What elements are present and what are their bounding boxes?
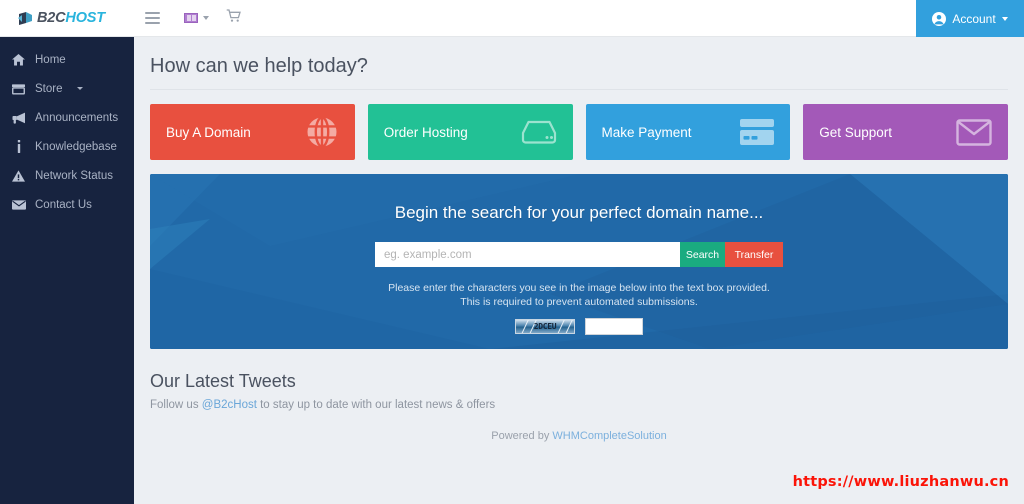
server-icon	[521, 119, 557, 145]
powered-by-footer: Powered by WHMCompleteSolution	[150, 430, 1008, 442]
b2chost-logo-mark-icon	[17, 11, 34, 26]
page-title: How can we help today?	[150, 37, 1008, 89]
credit-card-icon	[740, 119, 774, 145]
main-content: How can we help today? Buy A Domain	[134, 37, 1024, 504]
sidebar-item-home[interactable]: Home	[0, 45, 134, 74]
watermark-text: https://www.liuzhanwu.cn	[793, 474, 1009, 490]
whmcs-link[interactable]: WHMCompleteSolution	[552, 430, 666, 442]
tile-label: Order Hosting	[384, 125, 468, 140]
language-selector[interactable]	[184, 13, 209, 23]
captcha-input[interactable]	[585, 318, 643, 335]
sidebar-item-network-status[interactable]: Network Status	[0, 161, 134, 190]
chevron-down-icon	[1002, 17, 1008, 21]
brand-text-primary: B2C	[37, 10, 65, 26]
transfer-button[interactable]: Transfer	[725, 242, 783, 267]
sidebar-item-announcements[interactable]: Announcements	[0, 103, 134, 132]
search-button[interactable]: Search	[680, 242, 725, 267]
sidebar-item-knowledgebase[interactable]: Knowledgebase	[0, 132, 134, 161]
brand-text: B2CHOST	[37, 10, 105, 26]
title-divider	[150, 89, 1008, 90]
captcha-row: 2DCEU	[515, 318, 643, 335]
megaphone-icon	[11, 112, 26, 124]
tweets-text-before: Follow us	[150, 399, 202, 411]
chevron-down-icon	[77, 87, 83, 90]
language-flag-icon	[184, 13, 198, 23]
sidebar-item-store[interactable]: Store	[0, 74, 134, 103]
menu-toggle-button[interactable]	[134, 0, 171, 37]
get-support-tile[interactable]: Get Support	[803, 104, 1008, 160]
shopping-cart-button[interactable]	[226, 9, 242, 28]
twitter-handle-link[interactable]: @B2cHost	[202, 399, 257, 411]
brand-logo[interactable]: B2CHOST	[0, 0, 134, 37]
info-icon	[11, 140, 26, 153]
sidebar-item-label: Network Status	[35, 170, 113, 182]
domain-search-banner: Begin the search for your perfect domain…	[150, 174, 1008, 349]
tile-label: Get Support	[819, 125, 892, 140]
make-payment-tile[interactable]: Make Payment	[586, 104, 791, 160]
account-menu-button[interactable]: Account	[916, 0, 1024, 37]
sidebar-item-label: Home	[35, 54, 66, 66]
sidebar-item-contact-us[interactable]: Contact Us	[0, 190, 134, 219]
quick-action-tiles: Buy A Domain Order Hosting	[150, 104, 1008, 160]
sidebar-item-label: Announcements	[35, 112, 118, 124]
hamburger-icon	[145, 12, 160, 24]
banner-title: Begin the search for your perfect domain…	[395, 203, 764, 223]
sidebar-item-label: Store	[35, 83, 63, 95]
order-hosting-tile[interactable]: Order Hosting	[368, 104, 573, 160]
powered-by-text: Powered by	[491, 430, 552, 442]
domain-search-form: Search Transfer	[375, 242, 783, 267]
captcha-code-text: 2DCEU	[534, 322, 557, 331]
envelope-icon	[11, 200, 26, 210]
buy-a-domain-tile[interactable]: Buy A Domain	[150, 104, 355, 160]
latest-tweets-heading: Our Latest Tweets	[150, 371, 1008, 392]
domain-search-input[interactable]	[375, 242, 680, 267]
captcha-image: 2DCEU	[515, 319, 575, 334]
store-icon	[11, 83, 26, 95]
sidebar-item-label: Contact Us	[35, 199, 92, 211]
page-root: B2CHOST	[0, 0, 1024, 504]
tweets-text-after: to stay up to date with our latest news …	[257, 399, 495, 411]
top-bar: B2CHOST	[0, 0, 1024, 37]
tile-label: Buy A Domain	[166, 125, 251, 140]
captcha-instructions: Please enter the characters you see in t…	[383, 281, 775, 309]
warning-triangle-icon	[11, 170, 26, 182]
sidebar-item-label: Knowledgebase	[35, 141, 117, 153]
top-nav	[134, 0, 242, 37]
home-icon	[11, 54, 26, 66]
sidebar: Home Store Announcements	[0, 37, 134, 504]
chevron-down-icon	[203, 16, 209, 20]
envelope-icon	[956, 119, 992, 146]
account-label: Account	[952, 12, 995, 26]
banner-content: Begin the search for your perfect domain…	[150, 174, 1008, 335]
globe-icon	[305, 115, 339, 149]
latest-tweets-subtext: Follow us @B2cHost to stay up to date wi…	[150, 399, 1008, 411]
user-avatar-icon	[932, 12, 946, 26]
tile-label: Make Payment	[602, 125, 692, 140]
brand-text-secondary: HOST	[65, 10, 104, 26]
